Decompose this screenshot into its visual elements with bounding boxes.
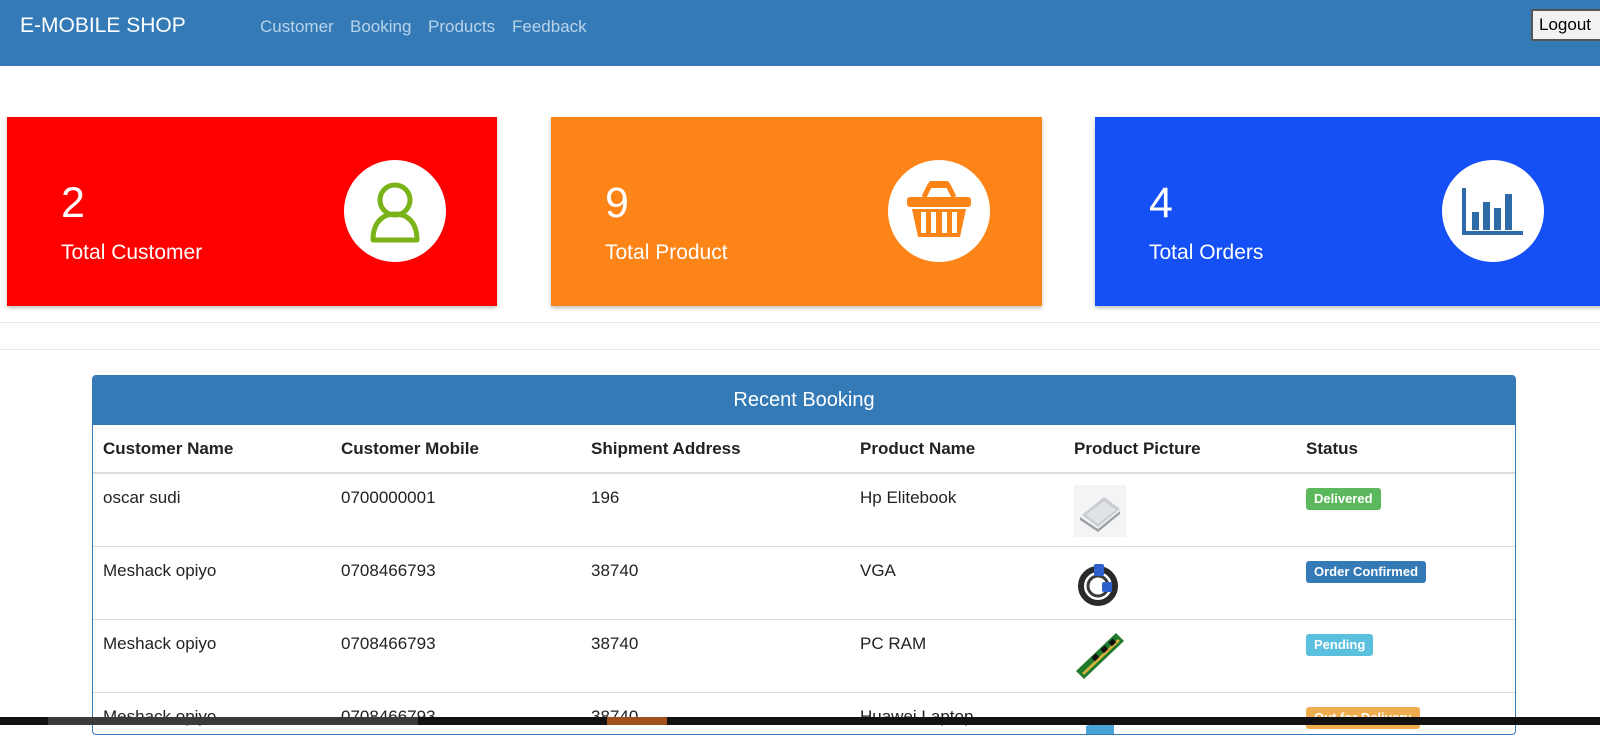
table-row: Meshack opiyo 0708466793 38740 PC RAM Pe… (93, 619, 1515, 692)
status-cell: Out for Delivery (1296, 692, 1515, 735)
nav-link-booking[interactable]: Booking (350, 17, 411, 37)
logout-button[interactable]: Logout (1531, 9, 1600, 41)
customer-name-cell: Meshack opiyo (93, 692, 331, 735)
product-picture-cell (1064, 692, 1296, 735)
table-row: oscar sudi 0700000001 196 Hp Elitebook D… (93, 473, 1515, 546)
laptop-image (1074, 485, 1126, 537)
status-cell: Delivered (1296, 473, 1515, 546)
status-cell: Order Confirmed (1296, 546, 1515, 619)
taskbar-app-button[interactable] (607, 717, 667, 725)
customer-mobile-cell: 0708466793 (331, 619, 581, 692)
shipment-address-cell: 38740 (581, 619, 850, 692)
product-picture-cell (1064, 473, 1296, 546)
product-name-cell: Hp Elitebook (850, 473, 1064, 546)
product-name-cell: Huawei Laptop (850, 692, 1064, 735)
product-name-cell: VGA (850, 546, 1064, 619)
total-product-card: 9 Total Product (551, 117, 1042, 306)
user-icon (344, 160, 446, 262)
taskbar-search[interactable] (48, 717, 418, 725)
total-customer-card: 2 Total Customer (7, 117, 497, 306)
table-row: Meshack opiyo 0708466793 38740 VGA Order… (93, 546, 1515, 619)
shipment-address-cell: 196 (581, 473, 850, 546)
column-header: Customer Mobile (331, 425, 581, 473)
status-cell: Pending (1296, 619, 1515, 692)
nav-link-feedback[interactable]: Feedback (512, 17, 587, 37)
ram-image (1074, 631, 1126, 683)
shipment-address-cell: 38740 (581, 546, 850, 619)
column-header: Product Picture (1064, 425, 1296, 473)
status-badge: Pending (1306, 634, 1373, 656)
total-orders-value: 4 (1149, 179, 1173, 228)
column-header: Status (1296, 425, 1515, 473)
customer-mobile-cell: 0708466793 (331, 546, 581, 619)
total-customer-label: Total Customer (61, 241, 202, 265)
total-orders-card: 4 Total Orders (1095, 117, 1600, 306)
customer-mobile-cell: 0708466793 (331, 692, 581, 735)
total-product-label: Total Product (605, 241, 728, 265)
shipment-address-cell: 38740 (581, 692, 850, 735)
booking-table: Customer Name Customer Mobile Shipment A… (93, 425, 1515, 735)
total-product-value: 9 (605, 179, 629, 228)
recent-booking-title: Recent Booking (93, 376, 1515, 425)
recent-booking-panel: Recent Booking Customer Name Customer Mo… (92, 375, 1516, 735)
product-name-cell: PC RAM (850, 619, 1064, 692)
column-header: Shipment Address (581, 425, 850, 473)
brand-title[interactable]: E-MOBILE SHOP (20, 14, 186, 38)
table-header-row: Customer Name Customer Mobile Shipment A… (93, 425, 1515, 473)
product-picture-cell (1064, 619, 1296, 692)
vga-cable-image (1074, 558, 1126, 610)
status-badge: Delivered (1306, 488, 1381, 510)
product-picture-cell (1064, 546, 1296, 619)
top-navbar: E-MOBILE SHOP Customer Booking Products … (0, 0, 1600, 66)
total-orders-label: Total Orders (1149, 241, 1263, 265)
nav-link-products[interactable]: Products (428, 17, 495, 37)
taskbar (0, 717, 1600, 725)
customer-name-cell: Meshack opiyo (93, 546, 331, 619)
customer-mobile-cell: 0700000001 (331, 473, 581, 546)
column-header: Customer Name (93, 425, 331, 473)
divider (0, 322, 1600, 323)
divider (0, 349, 1600, 350)
customer-name-cell: Meshack opiyo (93, 619, 331, 692)
total-customer-value: 2 (61, 179, 85, 228)
column-header: Product Name (850, 425, 1064, 473)
status-badge: Order Confirmed (1306, 561, 1426, 583)
bar-chart-icon (1442, 160, 1544, 262)
nav-link-customer[interactable]: Customer (260, 17, 334, 37)
basket-icon (888, 160, 990, 262)
table-row: Meshack opiyo 0708466793 38740 Huawei La… (93, 692, 1515, 735)
customer-name-cell: oscar sudi (93, 473, 331, 546)
